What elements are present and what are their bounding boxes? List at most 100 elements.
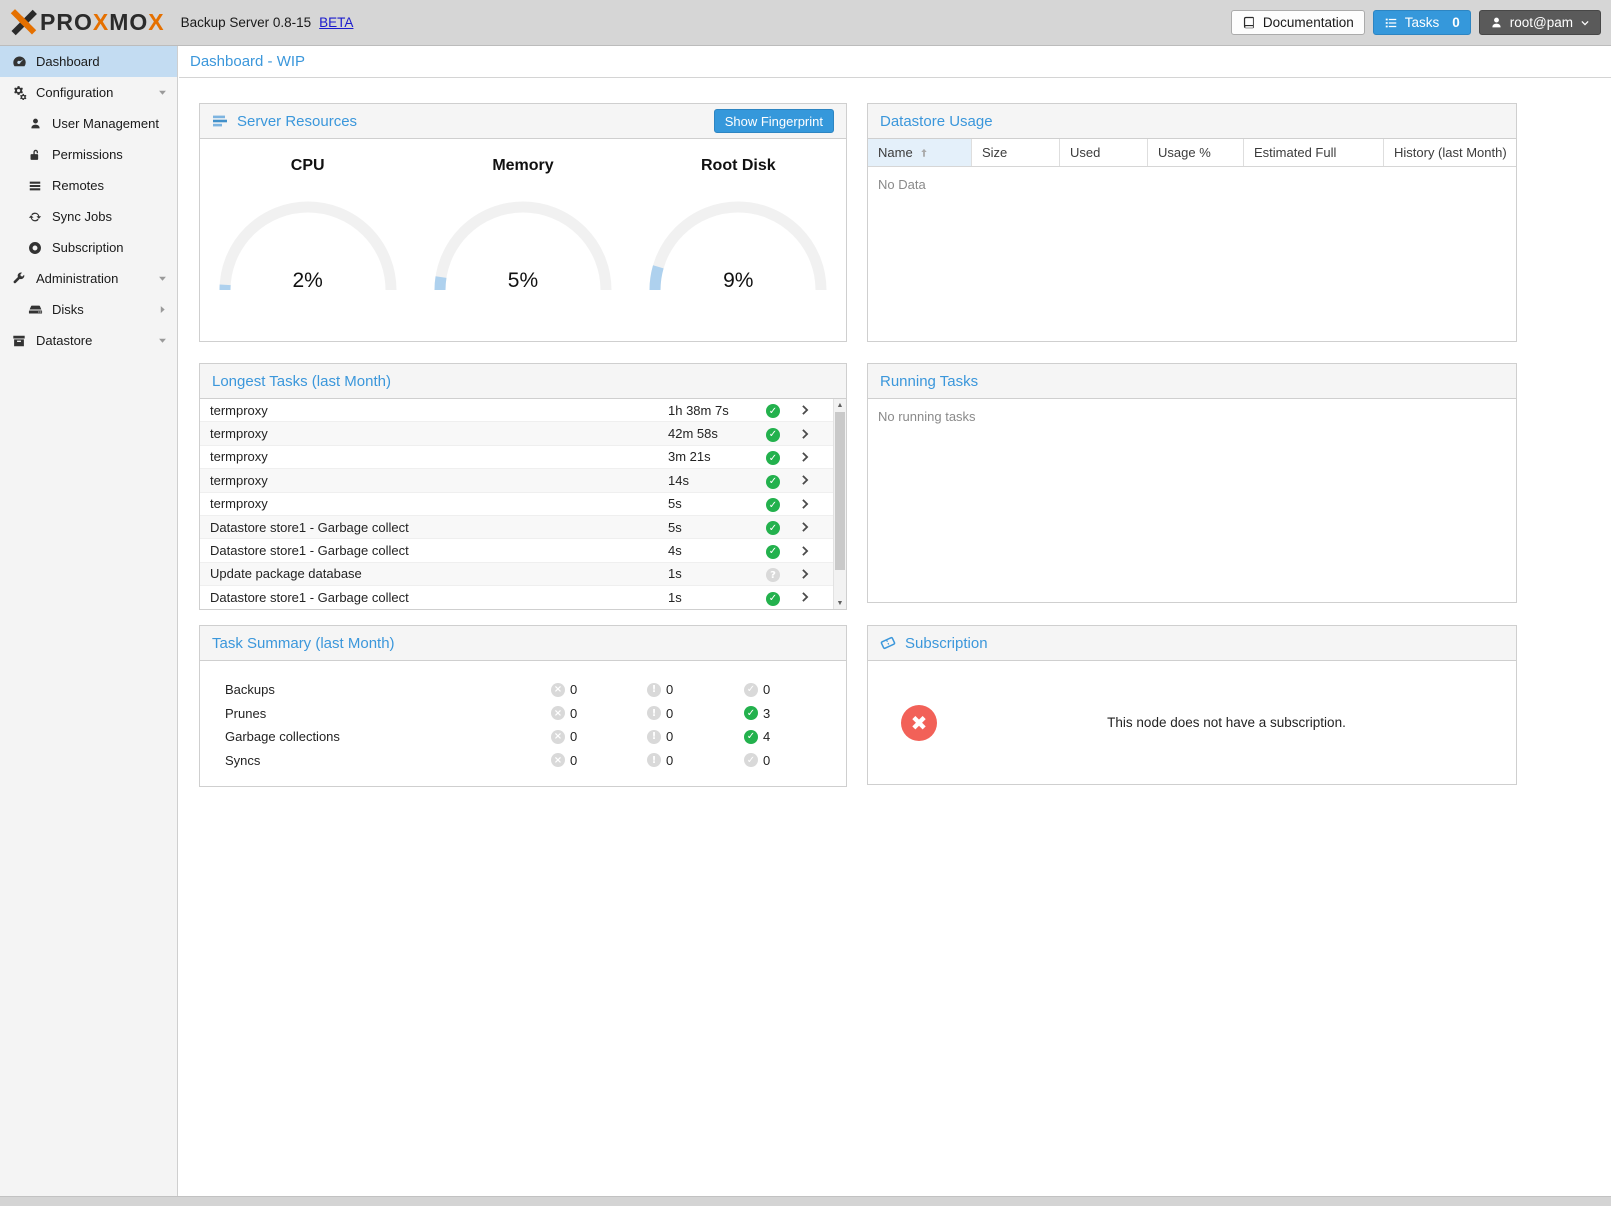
summary-label: Syncs — [225, 753, 260, 768]
summary-count: 0 — [666, 706, 673, 721]
summary-cell[interactable]: ×0 — [551, 753, 577, 768]
scrollbar-down-arrow[interactable]: ▼ — [834, 597, 846, 609]
summary-cell[interactable]: ×0 — [551, 706, 577, 721]
sidebar-item-sync-jobs[interactable]: Sync Jobs — [0, 201, 177, 232]
task-row[interactable]: termproxy1h 38m 7s✓ — [200, 399, 833, 422]
summary-row-prunes: Prunes×0!0✓3 — [200, 702, 846, 726]
subscription-panel: Subscription ✖ This node does not have a… — [867, 625, 1517, 785]
task-duration: 1h 38m 7s — [668, 403, 729, 418]
column-header-size[interactable]: Size — [972, 139, 1060, 166]
task-detail-chevron-icon[interactable] — [799, 520, 811, 534]
chevron-down-icon — [1580, 18, 1590, 28]
summary-cell[interactable]: !0 — [647, 682, 673, 697]
show-fingerprint-button[interactable]: Show Fingerprint — [714, 109, 834, 133]
task-row[interactable]: Update package database1s? — [200, 563, 833, 586]
gauge-arc: 2% — [215, 191, 401, 293]
wrench-icon — [11, 272, 27, 286]
summary-cell[interactable]: ×0 — [551, 682, 577, 697]
sort-ascending-icon — [918, 147, 930, 159]
scrollbar-thumb[interactable] — [835, 412, 845, 570]
sidebar-item-label: Administration — [36, 271, 118, 286]
sidebar-item-subscription[interactable]: Subscription — [0, 232, 177, 263]
task-detail-chevron-icon[interactable] — [799, 497, 811, 511]
task-detail-chevron-icon[interactable] — [799, 403, 811, 417]
task-duration: 5s — [668, 520, 682, 535]
task-row[interactable]: Datastore store1 - Garbage collect1s✓ — [200, 586, 833, 609]
sidebar-item-configuration[interactable]: Configuration — [0, 77, 177, 108]
task-row[interactable]: termproxy3m 21s✓ — [200, 446, 833, 469]
gauge-label: Root Disk — [701, 157, 776, 175]
summary-count: 0 — [570, 682, 577, 697]
column-header-history-last-month[interactable]: History (last Month) — [1384, 139, 1516, 166]
summary-cell[interactable]: ✓0 — [744, 753, 770, 768]
caret-down-icon — [154, 87, 170, 98]
sidebar-item-datastore[interactable]: Datastore — [0, 325, 177, 356]
sidebar-item-remotes[interactable]: Remotes — [0, 170, 177, 201]
datastore-table-header: Name Size Used Usage % Estimated Full History… — [868, 139, 1516, 167]
beta-link[interactable]: BETA — [319, 15, 353, 30]
sidebar-item-dashboard[interactable]: Dashboard — [0, 46, 177, 77]
documentation-button[interactable]: Documentation — [1231, 10, 1365, 35]
column-header-usage[interactable]: Usage % — [1148, 139, 1244, 166]
sidebar-item-user-management[interactable]: User Management — [0, 108, 177, 139]
task-row[interactable]: Datastore store1 - Garbage collect4s✓ — [200, 539, 833, 562]
column-header-name[interactable]: Name — [868, 139, 972, 166]
task-duration: 1s — [668, 566, 682, 581]
summary-label: Backups — [225, 682, 275, 697]
warning-count-icon: ! — [647, 730, 661, 744]
task-detail-chevron-icon[interactable] — [799, 567, 811, 581]
summary-cell[interactable]: ✓3 — [744, 706, 770, 721]
tasks-button-label: Tasks — [1405, 15, 1440, 30]
task-duration: 5s — [668, 496, 682, 511]
task-detail-chevron-icon[interactable] — [799, 427, 811, 441]
sidebar-item-administration[interactable]: Administration — [0, 263, 177, 294]
ok-count-icon: ✓ — [744, 706, 758, 720]
task-row[interactable]: Datastore store1 - Garbage collect5s✓ — [200, 516, 833, 539]
gauges: CPU2%Memory5%Root Disk9% — [200, 139, 846, 293]
scrollbar-up-arrow[interactable]: ▲ — [834, 399, 846, 411]
summary-cell[interactable]: !0 — [647, 706, 673, 721]
datastore-icon — [11, 334, 27, 348]
summary-cell[interactable]: !0 — [647, 753, 673, 768]
longest-tasks-header: Longest Tasks (last Month) — [200, 364, 846, 399]
sidebar-item-label: Remotes — [52, 178, 104, 193]
sidebar-item-label: Datastore — [36, 333, 92, 348]
task-row[interactable]: termproxy14s✓ — [200, 469, 833, 492]
user-menu-button[interactable]: root@pam — [1479, 10, 1601, 35]
sidebar-item-disks[interactable]: Disks — [0, 294, 177, 325]
status-ok-icon: ✓ — [766, 545, 780, 559]
task-detail-chevron-icon[interactable] — [799, 590, 811, 604]
task-row[interactable]: termproxy5s✓ — [200, 493, 833, 516]
task-detail-chevron-icon[interactable] — [799, 473, 811, 487]
sidebar-item-permissions[interactable]: Permissions — [0, 139, 177, 170]
column-header-label: Used — [1070, 145, 1100, 160]
summary-cell[interactable]: ✓4 — [744, 729, 770, 744]
support-icon — [27, 241, 43, 255]
status-ok-icon: ✓ — [766, 428, 780, 442]
running-tasks-title: Running Tasks — [880, 373, 978, 390]
user-icon — [1490, 16, 1503, 29]
summary-count: 0 — [570, 753, 577, 768]
tasks-button[interactable]: Tasks 0 — [1373, 10, 1471, 35]
summary-cell[interactable]: ×0 — [551, 729, 577, 744]
summary-cell[interactable]: ✓0 — [744, 682, 770, 697]
summary-count: 0 — [570, 706, 577, 721]
column-header-used[interactable]: Used — [1060, 139, 1148, 166]
brand-segment: X — [148, 9, 164, 35]
summary-row-backups: Backups ×0 !0 ✓0 — [200, 678, 846, 702]
summary-cell[interactable]: !0 — [647, 729, 673, 744]
status-ok-icon: ✓ — [766, 451, 780, 465]
task-row[interactable]: termproxy42m 58s✓ — [200, 422, 833, 445]
column-header-label: Estimated Full — [1254, 145, 1336, 160]
task-detail-chevron-icon[interactable] — [799, 544, 811, 558]
column-header-label: Name — [878, 145, 913, 160]
sidebar-item-label: Configuration — [36, 85, 113, 100]
no-subscription-icon: ✖ — [901, 705, 937, 741]
scrollbar[interactable]: ▲ ▼ — [833, 399, 846, 609]
task-detail-chevron-icon[interactable] — [799, 450, 811, 464]
sidebar-item-label: User Management — [52, 116, 159, 131]
gauge-label: CPU — [291, 157, 325, 175]
summary-count: 0 — [763, 682, 770, 697]
column-header-estimated-full[interactable]: Estimated Full — [1244, 139, 1384, 166]
datastore-usage-panel: Datastore Usage NameSizeUsedUsage %Estim… — [867, 103, 1517, 342]
